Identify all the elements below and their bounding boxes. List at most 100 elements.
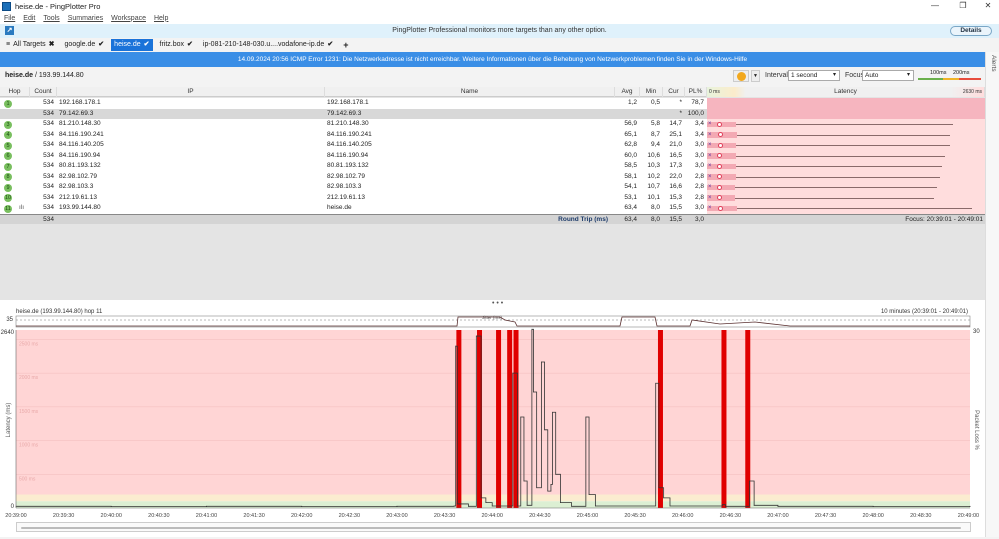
latency-point [969, 505, 971, 507]
cell-count: 534 [43, 120, 54, 127]
column-header-hop[interactable]: Hop [0, 87, 30, 97]
latency-point [301, 506, 303, 508]
table-row[interactable]: 11 ılı 534 193.99.144.80 heise.de 63,4 8,0 15,5… [0, 203, 985, 214]
cell-name: heise.de [327, 204, 352, 211]
tab-label: ip-081-210-148-030.u....vodafone-ip.de [202, 41, 325, 48]
maximize-button[interactable]: ❐ [953, 1, 973, 10]
cell-count: 534 [43, 141, 54, 148]
tab-label: + [343, 40, 349, 50]
x-tick-label: 20:40:00 [101, 513, 122, 519]
latency-range-line [710, 134, 951, 136]
check-icon[interactable]: ✔ [144, 39, 150, 51]
hop-badge: 8 [4, 173, 12, 181]
summary-min: 8,0 [650, 215, 660, 223]
grid-label: 2000 ms [19, 375, 39, 381]
cell-name: 84.116.190.94 [327, 151, 369, 159]
tab-label: All Targets [13, 41, 46, 48]
cell-name: 84.116.190.241 [327, 130, 372, 138]
avg-marker-icon [717, 205, 723, 211]
minimize-button[interactable]: — [925, 1, 945, 10]
grid-label: 2500 ms [19, 341, 39, 347]
cell-avg: 53,1 [624, 193, 637, 201]
error-banner[interactable]: 14.09.2024 20:56 ICMP Error 1231: Die Ne… [0, 52, 985, 67]
menu-help[interactable]: Help [154, 15, 168, 22]
min-marker-icon: × [708, 205, 712, 211]
pause-button[interactable] [733, 70, 749, 82]
menu-workspace[interactable]: Workspace [111, 15, 146, 22]
cell-ip: 84.116.140.205 [59, 141, 104, 148]
check-icon[interactable]: ✔ [327, 39, 333, 51]
menu-tools[interactable]: Tools [43, 15, 59, 22]
alerts-panel-tab[interactable]: Alerts [985, 52, 999, 537]
avg-marker-icon [716, 195, 722, 200]
x-tick-label: 20:44:00 [481, 513, 502, 519]
tab-fritz-box[interactable]: fritz.box ✔ [157, 39, 196, 51]
table-row[interactable]: 5 534 84.116.140.205 84.116.140.205 62,8 9,4 2… [0, 140, 985, 151]
column-header-count[interactable]: Count [30, 87, 57, 97]
close-button[interactable]: ✕ [978, 1, 998, 10]
cell-count: 534 [43, 99, 54, 106]
tab-add[interactable]: + [340, 39, 351, 51]
column-header-ip[interactable]: IP [57, 87, 325, 97]
pause-dropdown-button[interactable]: ▼ [751, 70, 760, 82]
table-row[interactable]: 10 534 212.19.61.13 212.19.61.13 53,1 10,1 15,… [0, 192, 985, 203]
round-trip-summary-row: 534 Round Trip (ms) 63,4 8,0 15,5 3,0 Focus: 2… [0, 213, 985, 224]
cell-min: 10,6 [647, 151, 660, 159]
latency-header-label: Latency [834, 88, 857, 95]
column-header-pl[interactable]: PL% [685, 87, 707, 97]
menu-file[interactable]: File [4, 15, 15, 22]
table-row[interactable]: 7 534 80.81.193.132 80.81.193.132 58,5 10,3 17… [0, 161, 985, 172]
timeline-scrollbar[interactable] [16, 522, 971, 532]
focus-select[interactable]: Auto [862, 70, 914, 81]
x-tick-label: 20:44:30 [529, 513, 550, 519]
table-row[interactable]: 9 534 82.98.103.3 82.98.103.3 54,1 10,7 16,6 2,… [0, 182, 985, 193]
column-header-avg[interactable]: Avg [615, 87, 640, 97]
cell-name: 80.81.193.132 [327, 162, 369, 169]
table-row[interactable]: 6 534 84.116.190.94 84.116.190.94 60,0 10,6 16… [0, 150, 985, 161]
splitter-handle[interactable]: • • • [492, 300, 504, 307]
table-row[interactable]: 1 534 192.168.178.1 192.168.178.1 1,2 0,5 * 78,… [0, 98, 985, 109]
column-header-min[interactable]: Min [640, 87, 663, 97]
column-header-name[interactable]: Name [325, 87, 615, 97]
interval-select[interactable]: 1 second [788, 70, 840, 81]
y-axis-label: Latency (ms) [6, 403, 12, 438]
table-row[interactable]: 534 79.142.69.3 79.142.69.3 * 100,0 [0, 108, 985, 119]
cell-name: 82.98.102.79 [327, 172, 365, 180]
latency-timeline-chart: • • • heise.de (193.99.144.80) hop 11 10 m… [1, 300, 981, 519]
cell-count: 534 [43, 109, 54, 117]
tab-all-targets[interactable]: ≡ All Targets ✖ [3, 39, 58, 51]
x-tick-label: 20:45:00 [577, 513, 598, 519]
column-header-latency[interactable]: Latency 0 ms 2630 ms [707, 87, 985, 97]
latency-point [552, 411, 553, 413]
check-icon[interactable]: ✔ [98, 39, 104, 51]
cell-name: 82.98.103.3 [327, 183, 362, 190]
trace-table: Hop Count IP Name Avg Min Cur PL% Latency 0 ms 263… [0, 87, 985, 300]
latency-graph-cell: × [707, 140, 985, 151]
min-marker-icon: × [708, 131, 712, 138]
details-button[interactable]: Details [950, 26, 992, 36]
cell-pl: 3,0 [694, 162, 704, 169]
table-row[interactable]: 4 534 84.116.190.241 84.116.190.241 65,1 8,7 2… [0, 129, 985, 140]
tab-heise-de[interactable]: heise.de ✔ [111, 39, 153, 51]
menu-edit[interactable]: Edit [23, 15, 35, 22]
check-icon[interactable]: ✔ [187, 39, 193, 51]
tab-google-de[interactable]: google.de ✔ [62, 39, 108, 51]
latency-point [475, 335, 477, 337]
close-icon[interactable]: ✖ [49, 39, 55, 51]
x-tick-label: 20:48:30 [910, 513, 931, 519]
tab-ip-081-210-148-030-u-vodafone-ip-de[interactable]: ip-081-210-148-030.u....vodafone-ip.de ✔ [200, 39, 336, 51]
graph-icon[interactable]: ılı [19, 203, 24, 214]
table-row[interactable]: 8 534 82.98.102.79 82.98.102.79 58,1 10,2 22,0… [0, 171, 985, 182]
table-row[interactable]: 3 534 81.210.148.30 81.210.148.30 56,9 5,8 14,… [0, 119, 985, 130]
cell-ip: 81.210.148.30 [59, 120, 101, 127]
grid-label: 500 ms [19, 476, 36, 482]
cell-min: 10,2 [647, 172, 660, 180]
latency-point [512, 372, 514, 374]
column-header-cur[interactable]: Cur [663, 87, 685, 97]
tab-label: google.de [64, 41, 96, 48]
cell-pl: 3,0 [694, 141, 704, 148]
timeline-scrollbar-thumb[interactable] [21, 526, 961, 529]
latency-graph-cell: × [707, 182, 985, 193]
timeline-graph-panel: • • • heise.de (193.99.144.80) hop 11 10 m… [0, 300, 985, 537]
menu-summaries[interactable]: Summaries [68, 15, 103, 22]
